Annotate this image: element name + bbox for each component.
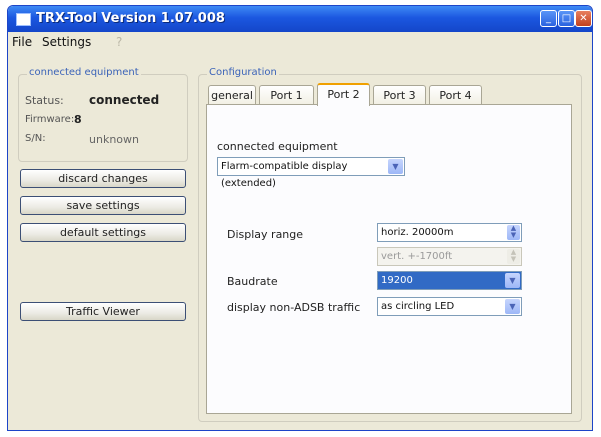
firmware-value: 8	[74, 113, 82, 126]
connected-equipment-title: connected equipment	[27, 67, 141, 78]
menu-bar: File Settings ?	[8, 32, 592, 52]
equipment-select[interactable]: Flarm-compatible display (extended) ▼	[217, 157, 405, 189]
chevron-down-icon[interactable]: ▼	[388, 159, 403, 174]
discard-changes-button[interactable]: discard changes	[20, 169, 186, 188]
baudrate-select[interactable]: 19200 ▼	[377, 271, 522, 290]
menu-help[interactable]: ?	[116, 35, 122, 49]
serial-label: S/N:	[25, 133, 46, 144]
non-adsb-label: display non-ADSB traffic	[227, 301, 361, 314]
equipment-select-value: Flarm-compatible display (extended)	[221, 161, 348, 189]
traffic-viewer-button[interactable]: Traffic Viewer	[20, 302, 186, 321]
connected-equipment-group: connected equipment Status: connected Fi…	[18, 67, 188, 162]
menu-settings[interactable]: Settings	[42, 35, 91, 49]
app-window: TRX-Tool Version 1.07.008 _ □ ✕ File Set…	[7, 5, 593, 431]
port-2-panel: connected equipment Flarm-compatible dis…	[206, 104, 572, 414]
status-label: Status:	[25, 94, 64, 107]
save-settings-button[interactable]: save settings	[20, 196, 186, 215]
tab-port-1[interactable]: Port 1	[259, 85, 314, 105]
baudrate-value: 19200	[381, 275, 413, 286]
non-adsb-value: as circling LED	[381, 301, 455, 312]
vert-range-spinner: vert. +-1700ft ▲ ▼	[377, 247, 522, 266]
tab-port-4[interactable]: Port 4	[429, 85, 482, 105]
horiz-range-value: horiz. 20000m	[381, 227, 454, 238]
maximize-button[interactable]: □	[558, 10, 575, 27]
equipment-label: connected equipment	[217, 140, 338, 153]
spin-arrows-icon: ▲ ▼	[507, 249, 520, 264]
vert-range-value: vert. +-1700ft	[381, 251, 453, 262]
window-title: TRX-Tool Version 1.07.008	[36, 11, 225, 26]
default-settings-button[interactable]: default settings	[20, 223, 186, 242]
app-icon	[16, 13, 31, 26]
status-value: connected	[89, 93, 160, 107]
configuration-title: Configuration	[207, 67, 279, 78]
horiz-range-spinner[interactable]: horiz. 20000m ▲ ▼	[377, 223, 522, 242]
menu-file[interactable]: File	[12, 35, 32, 49]
spin-arrows-icon[interactable]: ▲ ▼	[507, 225, 520, 240]
serial-value: unknown	[89, 133, 139, 146]
minimize-button[interactable]: _	[540, 10, 557, 27]
tab-port-3[interactable]: Port 3	[373, 85, 426, 105]
display-range-label: Display range	[227, 228, 304, 241]
tab-general[interactable]: general	[208, 85, 256, 105]
tab-port-2[interactable]: Port 2	[317, 83, 370, 106]
baudrate-label: Baudrate	[227, 275, 278, 288]
firmware-label: Firmware:	[25, 114, 75, 125]
close-button[interactable]: ✕	[575, 10, 592, 27]
non-adsb-select[interactable]: as circling LED ▼	[377, 297, 522, 316]
chevron-down-icon[interactable]: ▼	[505, 273, 520, 288]
chevron-down-icon[interactable]: ▼	[505, 299, 520, 314]
title-bar[interactable]: TRX-Tool Version 1.07.008 _ □ ✕	[8, 6, 592, 32]
